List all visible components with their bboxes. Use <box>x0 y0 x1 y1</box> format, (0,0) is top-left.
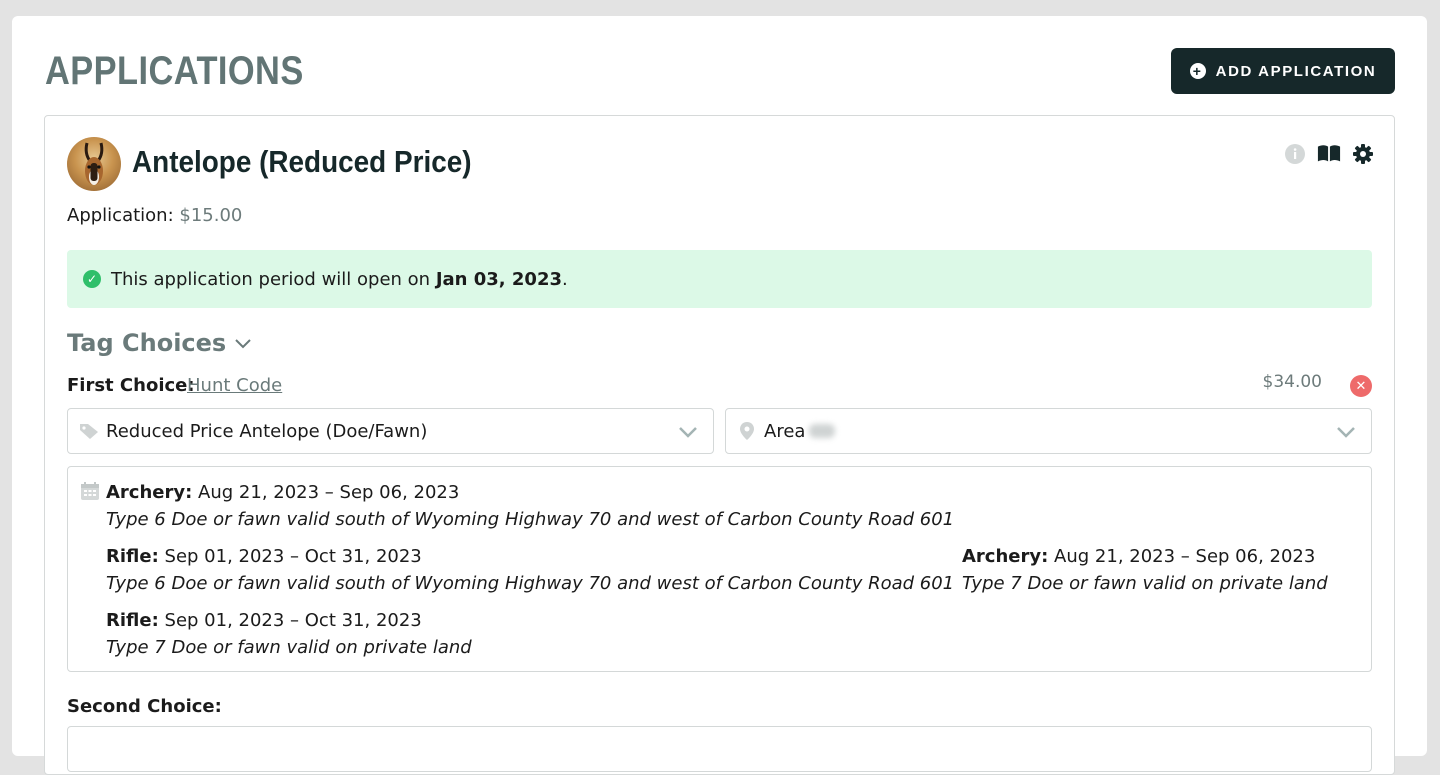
antelope-avatar <box>67 137 121 191</box>
map-pin-icon <box>736 420 758 442</box>
season-item: Rifle: Sep 01, 2023 – Oct 31, 2023 Type … <box>106 610 472 658</box>
gear-icon[interactable] <box>1351 142 1375 166</box>
add-application-label: ADD APPLICATION <box>1215 62 1377 80</box>
remove-choice-button[interactable]: ✕ <box>1350 375 1372 397</box>
add-application-button[interactable]: + ADD APPLICATION <box>1171 48 1395 94</box>
season-item: Rifle: Sep 01, 2023 – Oct 31, 2023 Type … <box>106 546 955 594</box>
first-choice-price: $34.00 <box>1262 372 1322 392</box>
license-type-select[interactable]: Reduced Price Antelope (Doe/Fawn) <box>67 408 714 454</box>
open-period-notice: ✓ This application period will open on J… <box>67 250 1372 308</box>
second-choice-select[interactable] <box>67 726 1372 772</box>
chevron-down-icon <box>1335 422 1357 442</box>
info-icon[interactable] <box>1283 142 1307 166</box>
application-card: Antelope (Reduced Price) Application: $1… <box>44 115 1395 775</box>
notice-text: This application period will open on Jan… <box>111 268 568 290</box>
chevron-down-icon <box>677 422 699 442</box>
season-dates-panel: Archery: Aug 21, 2023 – Sep 06, 2023 Typ… <box>67 466 1372 672</box>
header-actions <box>1283 142 1375 166</box>
tag-icon <box>78 420 100 442</box>
first-choice-label: First Choice: <box>67 375 195 396</box>
license-type-value: Reduced Price Antelope (Doe/Fawn) <box>106 420 428 442</box>
chevron-down-icon <box>235 339 251 349</box>
area-select[interactable]: Area <box>725 408 1372 454</box>
tag-choices-toggle[interactable]: Tag Choices <box>67 329 252 357</box>
tag-choices-title: Tag Choices <box>67 329 227 357</box>
book-icon[interactable] <box>1317 142 1341 166</box>
notice-date: Jan 03, 2023 <box>435 268 562 290</box>
species-title: Antelope (Reduced Price) <box>132 144 472 179</box>
redacted-area-number <box>809 424 836 438</box>
season-item: Archery: Aug 21, 2023 – Sep 06, 2023 Typ… <box>962 546 1328 594</box>
area-value: Area <box>764 420 806 442</box>
page-title: APPLICATIONS <box>45 49 304 93</box>
season-item: Archery: Aug 21, 2023 – Sep 06, 2023 Typ… <box>106 482 955 530</box>
first-choice-header: First Choice: Hunt Code $34.00 ✕ <box>67 372 1372 401</box>
plus-circle-icon: + <box>1189 63 1206 79</box>
hunt-code-link[interactable]: Hunt Code <box>187 375 282 396</box>
fee-label: Application: <box>67 205 174 226</box>
second-choice-label: Second Choice: <box>67 696 222 717</box>
fee-amount: $15.00 <box>179 205 243 226</box>
calendar-icon <box>81 482 99 500</box>
application-fee: Application: $15.00 <box>67 205 242 226</box>
page-card: APPLICATIONS + ADD APPLICATION Antelope … <box>12 16 1427 775</box>
check-circle-icon: ✓ <box>83 270 101 288</box>
